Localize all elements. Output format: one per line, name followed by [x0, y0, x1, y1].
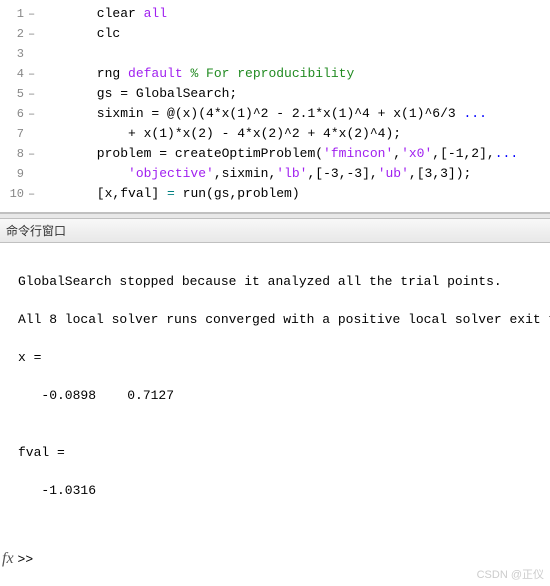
code-text[interactable]: problem = createOptimProblem('fmincon','…	[42, 144, 518, 164]
code-line[interactable]: 9 'objective',sixmin,'lb',[-3,-3],'ub',[…	[0, 164, 550, 184]
breakpoint-dash[interactable]: –	[28, 184, 42, 204]
code-line[interactable]: 5– gs = GlobalSearch;	[0, 84, 550, 104]
line-number: 7	[0, 124, 28, 144]
code-text[interactable]: clear all	[42, 4, 167, 24]
breakpoint-dash[interactable]: –	[28, 84, 42, 104]
editor-pane[interactable]: 1– clear all2– clc34– rng default % For …	[0, 0, 550, 213]
line-number: 6	[0, 104, 28, 124]
code-line[interactable]: 7 + x(1)*x(2) - 4*x(2)^2 + 4*x(2)^4);	[0, 124, 550, 144]
breakpoint-dash[interactable]: –	[28, 4, 42, 24]
code-text[interactable]: rng default % For reproducibility	[42, 64, 354, 84]
code-line[interactable]: 2– clc	[0, 24, 550, 44]
line-number: 4	[0, 64, 28, 84]
code-text[interactable]: gs = GlobalSearch;	[42, 84, 237, 104]
line-number: 5	[0, 84, 28, 104]
line-number: 10	[0, 184, 28, 204]
breakpoint-dash[interactable]: –	[28, 64, 42, 84]
code-text[interactable]: sixmin = @(x)(4*x(1)^2 - 2.1*x(1)^4 + x(…	[42, 104, 487, 124]
line-number: 1	[0, 4, 28, 24]
code-line[interactable]: 6– sixmin = @(x)(4*x(1)^2 - 2.1*x(1)^4 +…	[0, 104, 550, 124]
code-line[interactable]: 8– problem = createOptimProblem('fmincon…	[0, 144, 550, 164]
line-number: 2	[0, 24, 28, 44]
command-window-title: 命令行窗口	[0, 219, 550, 243]
breakpoint-dash[interactable]: –	[28, 144, 42, 164]
command-window-output[interactable]: GlobalSearch stopped because it analyzed…	[0, 243, 550, 508]
line-number: 9	[0, 164, 28, 184]
fx-icon[interactable]: fx	[0, 550, 18, 568]
code-line[interactable]: 3	[0, 44, 550, 64]
breakpoint-dash[interactable]: –	[28, 104, 42, 124]
code-line[interactable]: 4– rng default % For reproducibility	[0, 64, 550, 84]
watermark: CSDN @正仪	[477, 566, 544, 582]
code-line[interactable]: 10– [x,fval] = run(gs,problem)	[0, 184, 550, 204]
command-prompt-row[interactable]: fx >>	[0, 550, 33, 568]
code-text[interactable]: [x,fval] = run(gs,problem)	[42, 184, 300, 204]
breakpoint-dash[interactable]: –	[28, 24, 42, 44]
code-text[interactable]: 'objective',sixmin,'lb',[-3,-3],'ub',[3,…	[42, 164, 471, 184]
prompt-symbol: >>	[18, 552, 34, 567]
code-line[interactable]: 1– clear all	[0, 4, 550, 24]
line-number: 3	[0, 44, 28, 64]
code-text[interactable]: + x(1)*x(2) - 4*x(2)^2 + 4*x(2)^4);	[42, 124, 401, 144]
line-number: 8	[0, 144, 28, 164]
code-text[interactable]: clc	[42, 24, 120, 44]
